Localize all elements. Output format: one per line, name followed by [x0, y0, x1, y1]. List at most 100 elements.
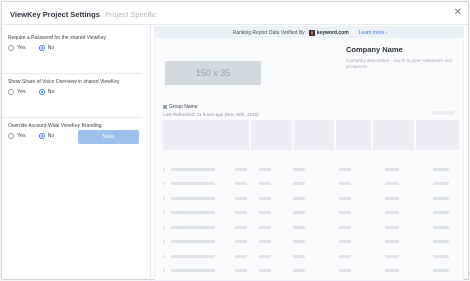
cell-placeholder [163, 225, 165, 229]
radio-label: Yes [17, 133, 26, 139]
radio-dot [38, 45, 45, 51]
header-cell [335, 120, 371, 150]
cell-placeholder [293, 211, 305, 215]
radio-label: Yes [17, 45, 26, 51]
radio-label: No [47, 89, 55, 95]
cell-placeholder [235, 240, 247, 244]
verify-text: Ranking Report Data Verified By [232, 29, 305, 36]
cell-placeholder [171, 211, 215, 215]
cell-placeholder [259, 167, 271, 171]
logo-placeholder: 150 x 35 [165, 61, 261, 85]
section-divider [2, 73, 142, 74]
cell-placeholder [235, 182, 247, 186]
modal-title-text: ViewKey Project Settings [10, 10, 100, 19]
cell-placeholder [293, 225, 305, 229]
cell-placeholder [339, 196, 351, 200]
header-cell [251, 120, 293, 150]
cell-placeholder [339, 225, 351, 229]
preview-pill [432, 111, 454, 115]
cell-placeholder [385, 182, 399, 186]
cell-placeholder [259, 196, 271, 200]
cell-placeholder [171, 254, 215, 258]
save-button[interactable]: Save [78, 130, 139, 144]
table-row-placeholder [163, 264, 459, 279]
branding-yes-radio[interactable]: Yes [8, 133, 26, 139]
cell-placeholder [163, 254, 165, 258]
cell-placeholder [171, 269, 215, 273]
cell-placeholder [433, 269, 449, 273]
viewkey-preview: Ranking Report Data Verified By keyword.… [154, 26, 464, 281]
cell-placeholder [339, 240, 351, 244]
header-divider [2, 24, 470, 25]
cell-placeholder [433, 225, 449, 229]
radio-label: No [47, 133, 55, 139]
cell-placeholder [433, 182, 449, 186]
keyword-logo-icon [308, 29, 315, 36]
share-of-voice-setting: Show Share of Voice Overview in shared V… [8, 79, 146, 117]
cell-placeholder [259, 182, 271, 186]
radio-dot [8, 133, 14, 139]
keyword-logo: keyword.com [308, 29, 349, 36]
cell-placeholder [293, 167, 305, 171]
table-row-placeholder [163, 191, 459, 206]
folder-icon [163, 105, 167, 109]
brand-name: keyword.com [316, 29, 349, 36]
cell-placeholder [171, 167, 215, 171]
close-icon[interactable]: ✕ [454, 7, 462, 18]
cell-placeholder [163, 167, 165, 171]
modal-title: ViewKey Project Settings Project Specifi… [10, 10, 157, 19]
learn-more-link[interactable]: Learn more › [359, 30, 388, 36]
branding-setting-label: Override Account-Wide ViewKey Branding [8, 123, 102, 129]
table-row-placeholder [163, 235, 459, 250]
cell-placeholder [433, 254, 449, 258]
header-cell [294, 120, 334, 150]
header-cell [415, 120, 459, 150]
cell-placeholder [339, 269, 351, 273]
radio-dot [8, 45, 14, 51]
modal-header: ViewKey Project Settings Project Specifi… [2, 2, 470, 26]
verification-bar: Ranking Report Data Verified By keyword.… [155, 27, 463, 38]
last-refreshed: Last Refreshed: 11 hours ago (Nov 28th, … [163, 112, 259, 117]
cell-placeholder [293, 196, 305, 200]
cell-placeholder [385, 254, 399, 258]
cell-placeholder [171, 196, 215, 200]
header-cell [163, 120, 250, 150]
cell-placeholder [235, 167, 247, 171]
table-rows-placeholder [163, 162, 459, 278]
cell-placeholder [171, 240, 215, 244]
share-of-voice-radio-group: Yes No [8, 89, 146, 95]
cell-placeholder [339, 167, 351, 171]
cell-placeholder [385, 211, 399, 215]
table-header-placeholder [163, 120, 459, 150]
share-of-voice-no-radio[interactable]: No [38, 89, 55, 95]
cell-placeholder [433, 196, 449, 200]
header-cell [372, 120, 414, 150]
cell-placeholder [293, 269, 305, 273]
radio-label: Yes [17, 89, 26, 95]
cell-placeholder [163, 196, 165, 200]
cell-placeholder [235, 269, 247, 273]
table-row-placeholder [163, 162, 459, 177]
password-yes-radio[interactable]: Yes [8, 45, 26, 51]
group-name: Group Name [163, 104, 198, 110]
section-divider [2, 117, 142, 118]
group-name-label: Group Name [169, 104, 198, 110]
cell-placeholder [433, 167, 449, 171]
cell-placeholder [385, 196, 399, 200]
branding-no-radio[interactable]: No [38, 133, 55, 139]
cell-placeholder [385, 269, 399, 273]
panel-divider [150, 24, 151, 281]
cell-placeholder [259, 225, 271, 229]
password-no-radio[interactable]: No [38, 45, 54, 51]
cell-placeholder [259, 211, 271, 215]
cell-placeholder [385, 225, 399, 229]
share-of-voice-yes-radio[interactable]: Yes [8, 89, 26, 95]
cell-placeholder [259, 254, 271, 258]
modal-subtitle: Project Specific [105, 10, 157, 19]
cell-placeholder [433, 211, 449, 215]
cell-placeholder [339, 182, 351, 186]
cell-placeholder [339, 211, 351, 215]
radio-dot [38, 89, 45, 95]
cell-placeholder [163, 269, 165, 273]
cell-placeholder [163, 240, 165, 244]
